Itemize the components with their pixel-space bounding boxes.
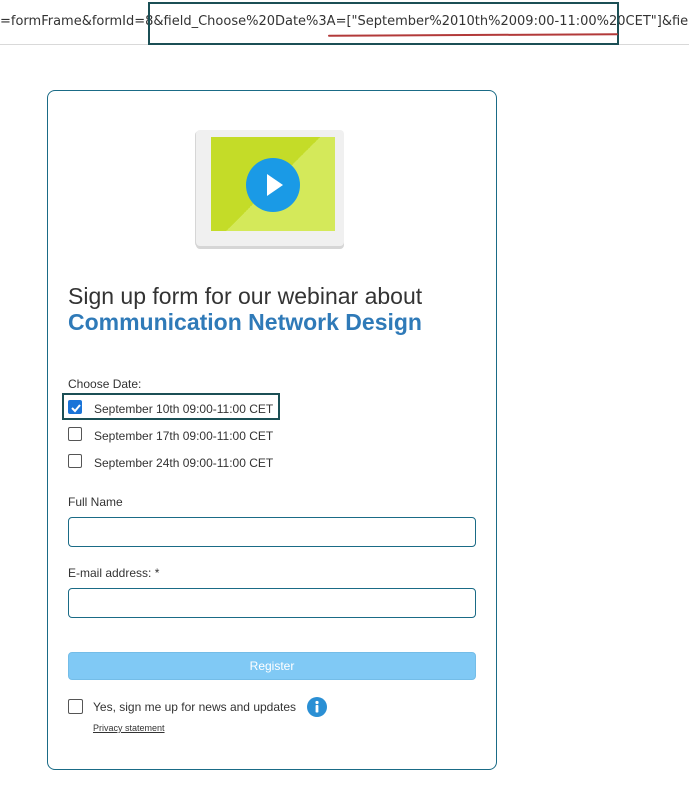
email-field[interactable] bbox=[68, 588, 476, 618]
checkmark-icon bbox=[71, 404, 81, 413]
full-name-field[interactable] bbox=[68, 517, 476, 547]
privacy-statement-link[interactable]: Privacy statement bbox=[93, 723, 165, 733]
newsletter-label: Yes, sign me up for news and updates bbox=[93, 700, 297, 714]
url-highlight-box bbox=[148, 2, 619, 45]
date-checkbox-sep-10[interactable] bbox=[68, 400, 82, 414]
form-title-line2: Communication Network Design bbox=[68, 309, 422, 335]
date-option-label: September 17th 09:00-11:00 CET bbox=[94, 429, 274, 443]
video-thumbnail[interactable] bbox=[196, 130, 344, 246]
info-icon[interactable] bbox=[307, 697, 327, 717]
full-name-label: Full Name bbox=[68, 495, 123, 509]
thumbnail-image bbox=[211, 137, 335, 231]
date-option-label: September 10th 09:00-11:00 CET bbox=[94, 402, 274, 416]
email-label: E-mail address: * bbox=[68, 566, 160, 580]
date-checkbox-sep-17[interactable] bbox=[68, 427, 82, 441]
date-checkbox-sep-24[interactable] bbox=[68, 454, 82, 468]
play-icon[interactable] bbox=[246, 158, 300, 212]
choose-date-label: Choose Date: bbox=[68, 377, 142, 391]
newsletter-checkbox[interactable] bbox=[68, 699, 83, 714]
date-option-label: September 24th 09:00-11:00 CET bbox=[94, 456, 274, 470]
form-title-line1: Sign up form for our webinar about bbox=[68, 283, 423, 309]
register-button[interactable]: Register bbox=[68, 652, 476, 680]
